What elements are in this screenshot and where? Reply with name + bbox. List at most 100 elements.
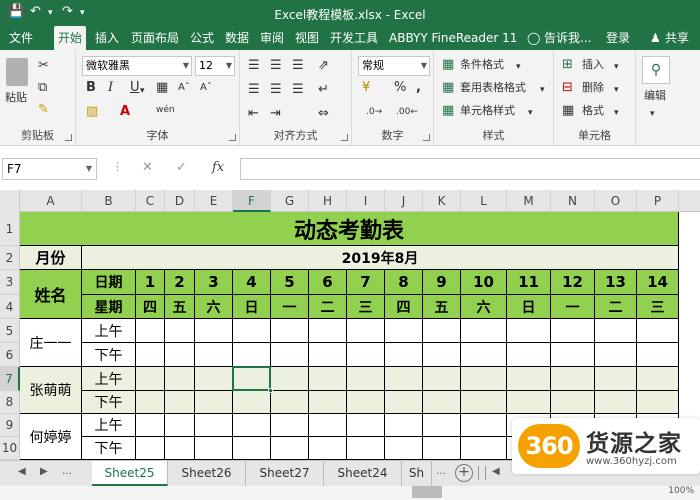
column-header[interactable]: K <box>423 190 461 212</box>
more-tabs-icon[interactable]: … <box>436 466 446 477</box>
attendance-cell[interactable] <box>637 319 679 343</box>
tab-abbyy[interactable]: ABBYY FineReader 11 <box>385 26 521 50</box>
column-header[interactable]: G <box>271 190 309 212</box>
orientation-icon[interactable]: ⇗ <box>318 58 329 74</box>
column-header[interactable]: L <box>461 190 507 212</box>
attendance-cell[interactable] <box>195 367 233 391</box>
attendance-cell[interactable] <box>195 391 233 414</box>
weekday-cell[interactable]: 一 <box>551 295 595 319</box>
attendance-cell[interactable] <box>195 414 233 437</box>
merge-center-icon[interactable]: ⇔ <box>318 106 329 122</box>
attendance-cell[interactable] <box>195 319 233 343</box>
weekday-cell[interactable]: 三 <box>637 295 679 319</box>
attendance-cell[interactable] <box>347 343 385 367</box>
attendance-cell[interactable] <box>309 437 347 460</box>
day-number-cell[interactable]: 10 <box>461 270 507 295</box>
attendance-cell[interactable] <box>136 319 165 343</box>
cut-icon[interactable]: ✂ <box>38 58 49 74</box>
decrease-decimal-icon[interactable]: .00← <box>396 104 418 120</box>
attendance-cell[interactable] <box>165 367 195 391</box>
attendance-cell[interactable] <box>165 437 195 460</box>
day-number-cell[interactable]: 11 <box>507 270 551 295</box>
underline-button[interactable]: U <box>130 80 140 96</box>
attendance-cell[interactable] <box>233 414 271 437</box>
font-name-combo[interactable]: 微软雅黑 ▼ <box>82 56 192 76</box>
increase-decimal-icon[interactable]: .0→ <box>366 104 382 120</box>
fill-color-icon[interactable]: ▧ <box>86 104 98 120</box>
day-number-cell[interactable]: 2 <box>165 270 195 295</box>
attendance-cell[interactable] <box>136 391 165 414</box>
tab-insert[interactable]: 插入 <box>91 26 123 50</box>
attendance-cell[interactable] <box>165 391 195 414</box>
number-format-combo[interactable]: 常规 ▼ <box>358 56 430 76</box>
row-header[interactable]: 5 <box>0 319 20 343</box>
weekday-cell[interactable]: 一 <box>271 295 309 319</box>
more-sheets-icon[interactable]: … <box>62 466 72 477</box>
attendance-cell[interactable] <box>461 343 507 367</box>
weekday-cell[interactable]: 二 <box>595 295 637 319</box>
attendance-cell[interactable] <box>347 437 385 460</box>
editing-button[interactable]: 编辑 <box>644 88 666 104</box>
name-box[interactable]: F7 ▼ <box>2 158 97 180</box>
column-header[interactable]: D <box>165 190 195 212</box>
attendance-cell[interactable] <box>385 319 423 343</box>
zoom-level[interactable]: 100% <box>668 486 694 496</box>
attendance-cell[interactable] <box>595 367 637 391</box>
attendance-cell[interactable] <box>309 414 347 437</box>
column-header[interactable]: J <box>385 190 423 212</box>
tab-page-layout[interactable]: 页面布局 <box>127 26 183 50</box>
attendance-cell[interactable] <box>195 343 233 367</box>
column-header[interactable]: O <box>595 190 637 212</box>
number-launcher-icon[interactable] <box>423 134 430 141</box>
align-center-icon[interactable]: ☰ <box>270 82 282 98</box>
attendance-cell[interactable] <box>461 414 507 437</box>
attendance-cell[interactable] <box>309 319 347 343</box>
attendance-cell[interactable] <box>637 391 679 414</box>
column-header[interactable]: E <box>195 190 233 212</box>
sheet-tab-sheet26[interactable]: Sheet26 <box>168 461 246 486</box>
attendance-cell[interactable] <box>347 367 385 391</box>
sheet-title-cell[interactable]: 动态考勤表 <box>20 212 679 246</box>
attendance-cell[interactable] <box>271 367 309 391</box>
share-icon[interactable]: ♟ <box>650 26 661 50</box>
underline-dropdown-icon[interactable]: ▾ <box>140 83 145 99</box>
format-as-table-button[interactable]: 套用表格格式 <box>460 80 526 96</box>
cancel-icon[interactable]: ✕ <box>142 160 153 175</box>
format-painter-icon[interactable]: ✎ <box>38 102 49 118</box>
month-label-cell[interactable]: 月份 <box>20 246 82 270</box>
attendance-cell[interactable] <box>551 391 595 414</box>
row-header[interactable]: 2 <box>0 246 20 270</box>
column-header[interactable]: M <box>507 190 551 212</box>
row-header[interactable]: 9 <box>0 414 20 437</box>
align-bottom-icon[interactable]: ☰ <box>292 58 304 74</box>
pm-label-cell[interactable]: 下午 <box>82 391 136 414</box>
day-number-cell[interactable]: 9 <box>423 270 461 295</box>
clipboard-launcher-icon[interactable] <box>65 134 72 141</box>
attendance-cell[interactable] <box>595 391 637 414</box>
column-header[interactable]: C <box>136 190 165 212</box>
scroll-left-icon[interactable]: ◀ <box>492 466 500 477</box>
attendance-cell[interactable] <box>423 367 461 391</box>
attendance-cell[interactable] <box>309 367 347 391</box>
column-header[interactable]: H <box>309 190 347 212</box>
attendance-cell[interactable] <box>423 343 461 367</box>
month-value-cell[interactable]: 2019年8月 <box>82 246 679 270</box>
increase-font-icon[interactable]: Aˆ <box>178 80 190 96</box>
share-button[interactable]: 共享 <box>665 26 689 50</box>
attendance-cell[interactable] <box>165 414 195 437</box>
attendance-cell[interactable] <box>271 343 309 367</box>
weekday-header-cell[interactable]: 星期 <box>82 295 136 319</box>
day-number-cell[interactable]: 12 <box>551 270 595 295</box>
tab-review[interactable]: 审阅 <box>256 26 288 50</box>
cell-styles-button[interactable]: 单元格样式 <box>460 103 515 119</box>
search-icon[interactable]: ⚲ <box>642 56 670 84</box>
day-number-cell[interactable]: 6 <box>309 270 347 295</box>
day-number-cell[interactable]: 14 <box>637 270 679 295</box>
weekday-cell[interactable]: 四 <box>136 295 165 319</box>
attendance-cell[interactable] <box>136 414 165 437</box>
day-number-cell[interactable]: 5 <box>271 270 309 295</box>
day-number-cell[interactable]: 1 <box>136 270 165 295</box>
column-header[interactable]: F <box>233 190 271 212</box>
attendance-cell[interactable] <box>385 343 423 367</box>
font-color-icon[interactable]: A <box>120 104 130 120</box>
